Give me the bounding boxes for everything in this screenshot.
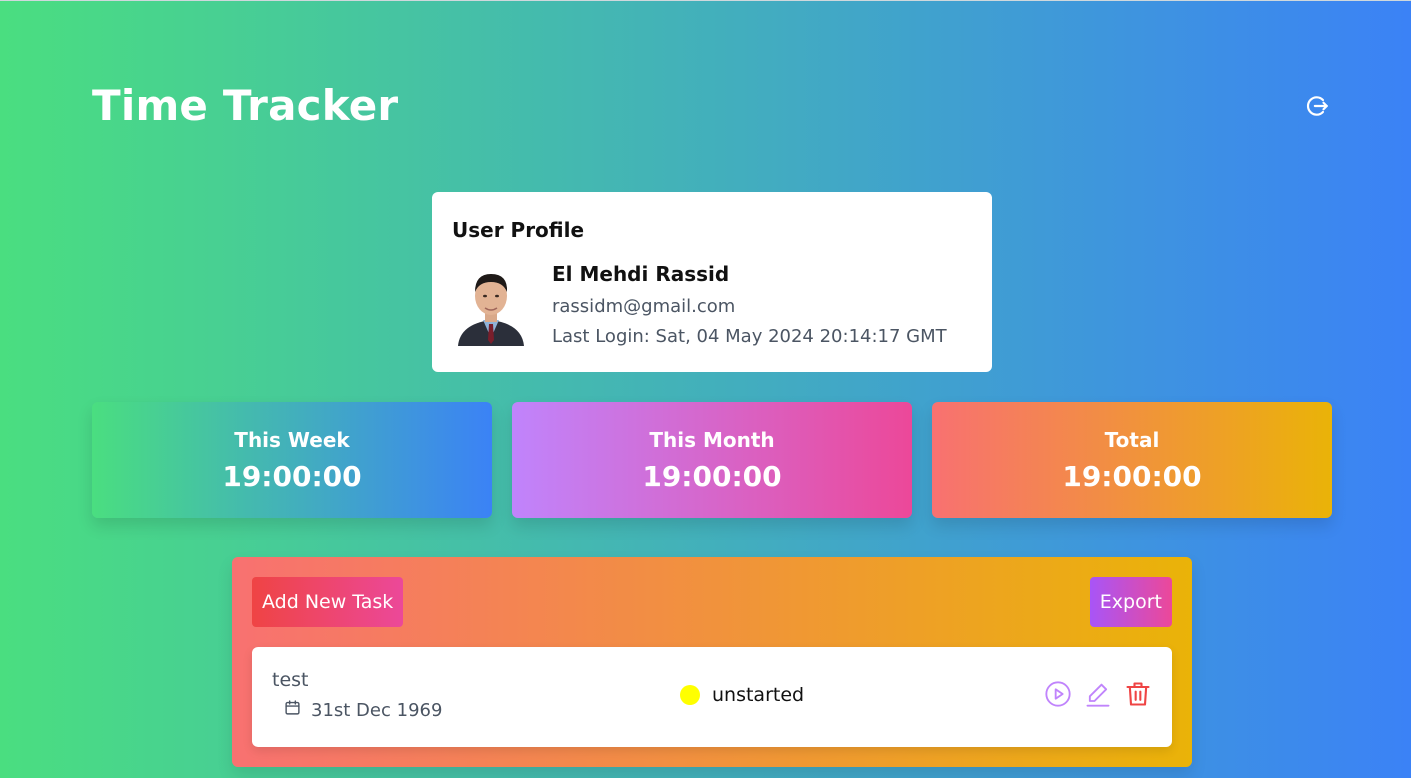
task-status-label: unstarted	[712, 684, 805, 706]
avatar	[456, 266, 526, 346]
stat-value: 19:00:00	[1062, 460, 1202, 493]
stat-label: Total	[1104, 428, 1160, 452]
stat-card-this-week: This Week 19:00:00	[92, 402, 492, 518]
logout-icon	[1304, 93, 1330, 123]
export-button[interactable]: Export	[1089, 577, 1172, 627]
start-task-button[interactable]	[1044, 680, 1072, 712]
task-date: 31st Dec 1969	[284, 699, 442, 721]
stat-card-this-month: This Month 19:00:00	[512, 402, 912, 518]
edit-task-button[interactable]	[1084, 682, 1112, 710]
delete-task-button[interactable]	[1124, 682, 1152, 710]
task-panel: Add New Task Export test 31st Dec 1969 u…	[232, 557, 1192, 767]
user-profile-card: User Profile El Mehdi Rassid rassidm@gma…	[432, 192, 992, 372]
profile-last-login: Last Login: Sat, 04 May 2024 20:14:17 GM…	[552, 326, 947, 347]
profile-email: rassidm@gmail.com	[552, 296, 736, 317]
stat-card-total: Total 19:00:00	[932, 402, 1332, 518]
stat-value: 19:00:00	[642, 460, 782, 493]
profile-heading: User Profile	[452, 218, 585, 242]
task-actions	[1044, 680, 1152, 712]
pencil-icon	[1084, 680, 1112, 712]
task-item: test 31st Dec 1969 unstarted	[252, 647, 1172, 747]
play-circle-icon	[1044, 680, 1072, 712]
calendar-icon	[284, 699, 301, 721]
logout-button[interactable]	[1302, 93, 1332, 123]
stat-label: This Week	[234, 428, 350, 452]
app-title: Time Tracker	[92, 81, 399, 130]
trash-icon	[1124, 680, 1152, 712]
task-date-text: 31st Dec 1969	[311, 699, 443, 721]
task-name: test	[272, 669, 309, 691]
profile-name: El Mehdi Rassid	[552, 262, 730, 286]
stat-value: 19:00:00	[222, 460, 362, 493]
stat-label: This Month	[649, 428, 775, 452]
task-status: unstarted	[680, 684, 804, 706]
status-dot-icon	[680, 685, 700, 705]
add-new-task-button[interactable]: Add New Task	[252, 577, 404, 627]
